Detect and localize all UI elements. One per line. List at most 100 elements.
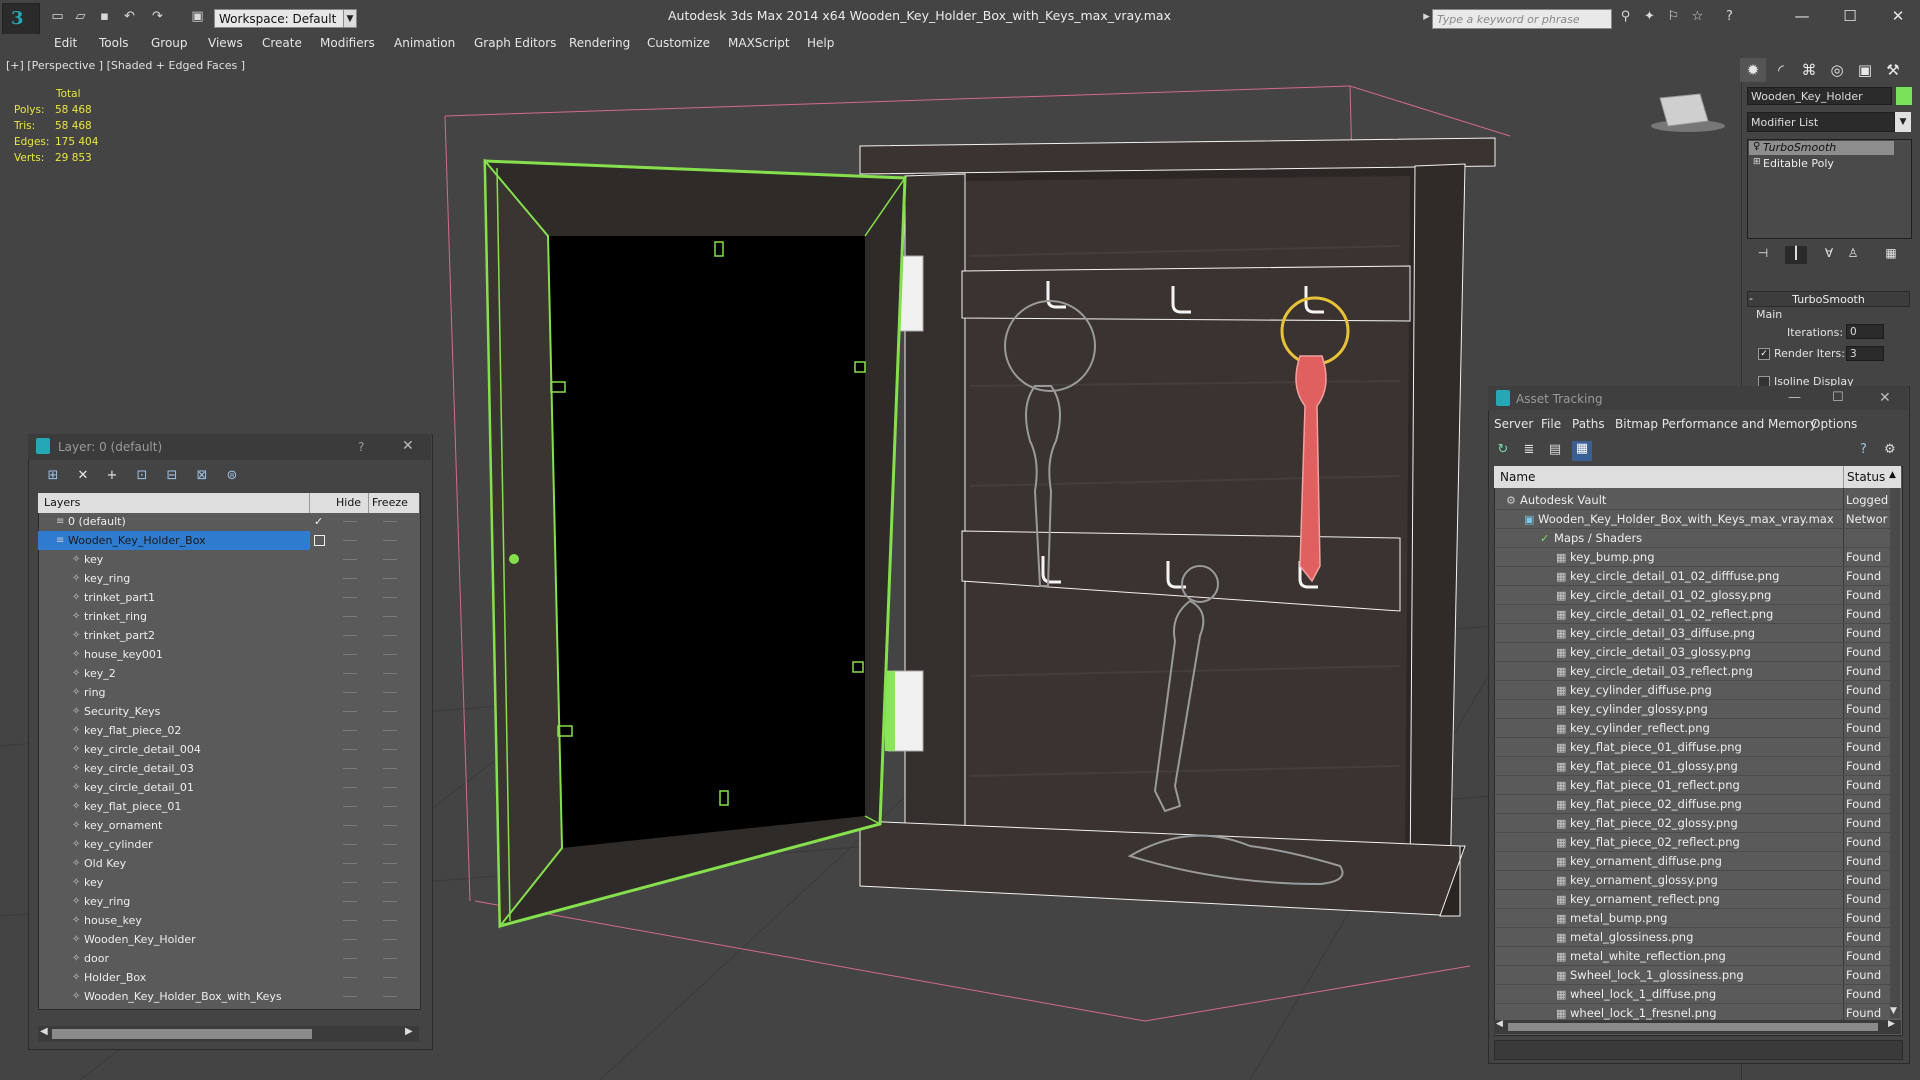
asset-menu-server[interactable]: Server <box>1494 417 1533 431</box>
asset-row[interactable]: ▦ key_cylinder_reflect.png <box>1494 719 1843 738</box>
layer-row[interactable]: ✧ key_ring <box>38 569 419 588</box>
layer-row[interactable]: ✧ trinket_ring <box>38 607 419 626</box>
freeze-toggle[interactable] <box>383 787 397 788</box>
new-layer-icon[interactable]: ⊞ <box>42 466 64 486</box>
hide-toggle[interactable] <box>343 597 357 598</box>
hide-toggle[interactable] <box>343 806 357 807</box>
scroll-left-icon[interactable]: ◀ <box>40 1026 48 1037</box>
layer-row[interactable]: ✧ key_circle_detail_03 <box>38 759 419 778</box>
scrollbar-thumb[interactable] <box>1508 1023 1878 1031</box>
asset-row[interactable]: ▦ wheel_lock_1_diffuse.png <box>1494 985 1843 1004</box>
asset-row[interactable]: ▦ key_ornament_reflect.png <box>1494 890 1843 909</box>
menu-animation[interactable]: Animation <box>394 36 455 50</box>
freeze-toggle[interactable] <box>383 806 397 807</box>
stack-item-turbosmooth[interactable]: TurboSmooth <box>1749 141 1894 155</box>
asset-menu-bitmap[interactable]: Bitmap Performance and Memory <box>1615 417 1817 431</box>
hide-toggle[interactable] <box>343 711 357 712</box>
freeze-all-icon[interactable]: ⊜ <box>221 466 243 486</box>
favorites-star-icon[interactable]: ☆ <box>1690 10 1705 24</box>
column-status[interactable]: Status <box>1847 470 1885 484</box>
freeze-toggle[interactable] <box>383 768 397 769</box>
help-icon[interactable]: ? <box>358 440 364 454</box>
chevron-down-icon[interactable]: ▼ <box>343 9 357 28</box>
asset-row[interactable]: ▦ key_circle_detail_03_reflect.png <box>1494 662 1843 681</box>
hide-toggle[interactable] <box>343 654 357 655</box>
asset-row[interactable]: ▦ key_cylinder_diffuse.png <box>1494 681 1843 700</box>
thumbnail-view-icon[interactable]: ▤ <box>1546 442 1564 460</box>
freeze-toggle[interactable] <box>383 692 397 693</box>
menu-tools[interactable]: Tools <box>99 36 129 50</box>
hide-toggle[interactable] <box>343 977 357 978</box>
scroll-right-icon[interactable]: ▶ <box>1888 1019 1895 1029</box>
redo-icon[interactable]: ↷ <box>150 10 165 24</box>
hide-toggle[interactable] <box>343 825 357 826</box>
menu-create[interactable]: Create <box>262 36 302 50</box>
layer-row[interactable]: ✧ key_flat_piece_02 <box>38 721 419 740</box>
add-to-layer-icon[interactable]: + <box>101 466 123 486</box>
layer-row[interactable]: ✧ trinket_part1 <box>38 588 419 607</box>
new-file-icon[interactable]: ▭ <box>50 10 65 24</box>
help-icon[interactable]: ? <box>1722 10 1737 24</box>
freeze-toggle[interactable] <box>383 977 397 978</box>
asset-row[interactable]: ▦ key_flat_piece_01_glossy.png <box>1494 757 1843 776</box>
asset-row[interactable]: ▦ key_flat_piece_01_diffuse.png <box>1494 738 1843 757</box>
asset-row[interactable]: ▦ key_flat_piece_02_diffuse.png <box>1494 795 1843 814</box>
asset-row[interactable]: ▦ key_ornament_diffuse.png <box>1494 852 1843 871</box>
asset-horizontal-scrollbar[interactable]: ◀ ▶ <box>1494 1019 1901 1034</box>
minimize-button[interactable]: — <box>1782 4 1822 28</box>
freeze-toggle[interactable] <box>383 844 397 845</box>
hide-toggle[interactable] <box>343 920 357 921</box>
asset-row[interactable]: ▦ metal_glossiness.png <box>1494 928 1843 947</box>
remove-modifier-icon[interactable]: ♙ <box>1842 246 1864 264</box>
layer-row[interactable]: ✧ key_circle_detail_004 <box>38 740 419 759</box>
freeze-toggle[interactable] <box>383 901 397 902</box>
delete-layer-icon[interactable]: ✕ <box>72 466 94 486</box>
hide-all-icon[interactable]: ⊠ <box>191 466 213 486</box>
scroll-left-icon[interactable]: ◀ <box>1496 1019 1503 1029</box>
asset-menu-options[interactable]: Options <box>1811 417 1857 431</box>
hide-toggle[interactable] <box>343 692 357 693</box>
freeze-toggle[interactable] <box>383 996 397 997</box>
freeze-toggle[interactable] <box>383 730 397 731</box>
close-button[interactable]: ✕ <box>1878 4 1918 28</box>
freeze-toggle[interactable] <box>383 958 397 959</box>
hide-toggle[interactable] <box>343 768 357 769</box>
asset-menu-paths[interactable]: Paths <box>1572 417 1605 431</box>
freeze-toggle[interactable] <box>383 635 397 636</box>
asset-row[interactable]: ▦ metal_white_reflection.png <box>1494 947 1843 966</box>
hide-toggle[interactable] <box>343 939 357 940</box>
subscription-icon[interactable]: ✦ <box>1642 10 1657 24</box>
lightbulb-icon[interactable]: ♀ <box>1753 141 1760 152</box>
layer-row[interactable]: ✧ Wooden_Key_Holder_Box_with_Keys <box>38 987 419 1006</box>
minimize-button[interactable]: — <box>1788 390 1801 405</box>
asset-row[interactable]: ▦ key_flat_piece_02_reflect.png <box>1494 833 1843 852</box>
column-freeze[interactable]: Freeze <box>372 496 408 509</box>
freeze-toggle[interactable] <box>383 521 397 522</box>
layer-row[interactable]: ✧ house_key <box>38 911 419 930</box>
maximize-button[interactable]: ☐ <box>1832 390 1844 405</box>
settings-icon[interactable]: ⚙ <box>1884 442 1896 457</box>
menu-modifiers[interactable]: Modifiers <box>320 36 375 50</box>
layer-row[interactable]: ✧ Old Key <box>38 854 419 873</box>
chevron-down-icon[interactable]: ▼ <box>1895 112 1911 132</box>
close-icon[interactable]: ✕ <box>1879 390 1891 406</box>
asset-row[interactable]: ✓ Maps / Shaders <box>1494 529 1843 548</box>
hierarchy-tab-icon[interactable]: ⌘ <box>1796 58 1822 82</box>
configure-sets-icon[interactable]: ▦ <box>1880 246 1902 264</box>
layer-row[interactable]: ✧ ring <box>38 683 419 702</box>
freeze-toggle[interactable] <box>383 559 397 560</box>
app-logo-button[interactable]: 3 <box>2 3 40 35</box>
horizontal-scrollbar[interactable]: ◀ ▶ <box>38 1026 419 1042</box>
communication-icon[interactable]: ⚐ <box>1666 10 1681 24</box>
freeze-toggle[interactable] <box>383 939 397 940</box>
collapse-minus-icon[interactable]: - <box>1749 292 1753 305</box>
help-icon[interactable]: ? <box>1860 442 1867 457</box>
freeze-toggle[interactable] <box>383 540 397 541</box>
hide-toggle[interactable] <box>343 673 357 674</box>
object-color-swatch[interactable] <box>1896 87 1912 105</box>
hide-toggle[interactable] <box>343 540 357 541</box>
scroll-down-icon[interactable]: ▼ <box>1890 1006 1897 1016</box>
pin-stack-icon[interactable]: ⊣ <box>1752 246 1774 264</box>
iterations-spinner[interactable]: 0 <box>1846 324 1884 339</box>
utilities-tab-icon[interactable]: ⚒ <box>1880 58 1906 82</box>
